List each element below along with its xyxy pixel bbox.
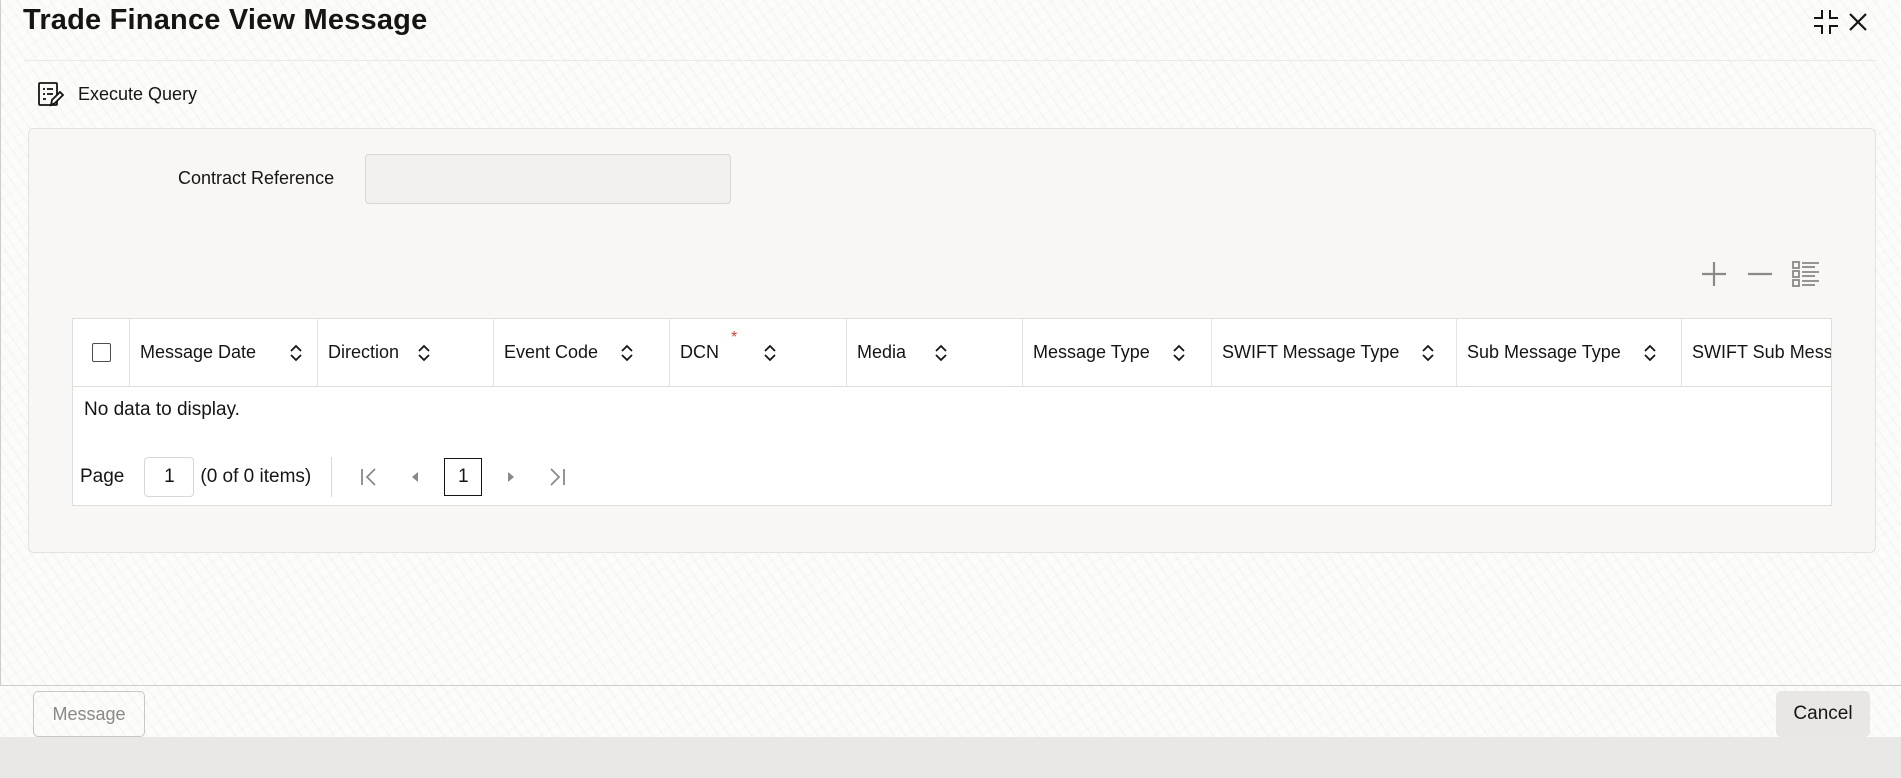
contract-reference-input[interactable] (365, 154, 731, 204)
column-header-label: DCN (680, 342, 719, 362)
column-header-message-date[interactable]: Message Date (130, 319, 318, 386)
page-label: Page (80, 466, 125, 487)
column-header-direction[interactable]: Direction (318, 319, 494, 386)
sort-icon[interactable] (289, 344, 303, 362)
column-header-label: Direction (328, 342, 400, 362)
bottom-status-strip (0, 737, 1901, 778)
first-page-button[interactable] (352, 460, 386, 494)
column-header-sub-message-type[interactable]: Sub Message Type (1457, 319, 1682, 386)
empty-table-message: No data to display. (84, 399, 240, 420)
column-header-label: SWIFT Sub Message (1692, 342, 1832, 362)
required-marker: * (731, 329, 738, 346)
column-list-icon (1792, 261, 1819, 287)
column-header-label: Message Date (140, 342, 257, 362)
next-page-icon (508, 472, 515, 482)
select-all-checkbox[interactable] (92, 343, 111, 362)
delete-row-button[interactable] (1742, 256, 1778, 292)
window-left-border (0, 0, 1, 686)
current-page-button[interactable]: 1 (444, 458, 483, 496)
close-icon (1849, 13, 1867, 31)
first-page-icon (361, 468, 376, 486)
plus-icon (1702, 262, 1726, 286)
header-divider (24, 60, 1877, 61)
pagination-divider (331, 457, 333, 497)
execute-query-button[interactable]: Execute Query (36, 78, 197, 110)
execute-query-label: Execute Query (78, 83, 198, 104)
column-header-event-code[interactable]: Event Code (494, 319, 670, 386)
sort-icon[interactable] (417, 344, 431, 362)
last-page-icon (550, 468, 566, 486)
sort-icon[interactable] (620, 344, 634, 362)
sort-icon[interactable] (934, 344, 948, 362)
column-header-label: Media (857, 342, 907, 362)
restore-button[interactable] (1808, 4, 1844, 40)
column-settings-button[interactable] (1788, 256, 1824, 292)
sort-icon[interactable] (1172, 344, 1186, 362)
column-header-label: Message Type (1033, 342, 1150, 362)
select-all-cell (73, 319, 130, 386)
column-header-label: SWIFT Message Type (1222, 342, 1400, 362)
message-button[interactable]: Message (33, 691, 145, 737)
cancel-button[interactable]: Cancel (1776, 691, 1870, 737)
window-title: Trade Finance View Message (23, 4, 428, 36)
previous-page-icon (412, 472, 419, 482)
table-header: Message Date Direction Event Code DCN * … (73, 319, 1832, 387)
add-row-button[interactable] (1696, 256, 1732, 292)
column-header-swift-sub-message[interactable]: SWIFT Sub Message (1682, 319, 1832, 386)
column-header-swift-message-type[interactable]: SWIFT Message Type (1212, 319, 1457, 386)
page-number-input[interactable] (144, 457, 195, 497)
contract-reference-label: Contract Reference (178, 168, 335, 188)
restore-icon (1814, 10, 1838, 34)
sort-icon[interactable] (1643, 344, 1657, 362)
sort-icon[interactable] (763, 344, 777, 362)
previous-page-button[interactable] (398, 460, 432, 494)
column-header-media[interactable]: Media (847, 319, 1023, 386)
column-header-message-type[interactable]: Message Type (1023, 319, 1212, 386)
messages-table: Message Date Direction Event Code DCN * … (72, 318, 1832, 506)
column-header-label: Event Code (504, 342, 599, 362)
last-page-button[interactable] (540, 460, 574, 494)
next-page-button[interactable] (494, 460, 528, 494)
execute-query-icon (38, 82, 64, 107)
column-header-dcn[interactable]: DCN * (670, 319, 847, 386)
sort-icon[interactable] (1421, 344, 1435, 362)
items-summary: (0 of 0 items) (200, 466, 312, 487)
close-button[interactable] (1840, 4, 1876, 40)
minus-icon (1748, 272, 1772, 276)
footer-divider (0, 685, 1901, 686)
column-header-label: Sub Message Type (1467, 342, 1621, 362)
pagination: Page (0 of 0 items) 1 (80, 456, 580, 498)
